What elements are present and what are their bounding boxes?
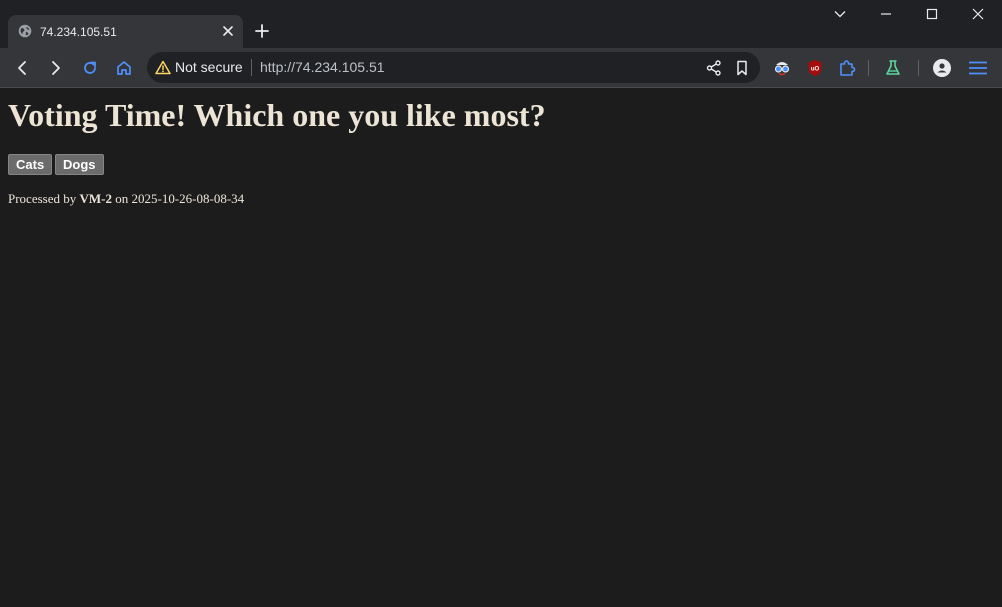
hamburger-menu-icon[interactable] [968,58,988,78]
processed-prefix: Processed by [8,191,77,206]
processed-host: VM-2 [79,191,113,206]
toolbar-separator [918,60,919,76]
svg-text:uO: uO [811,67,820,73]
processed-timestamp: 2025-10-26-08-08-34 [131,191,245,206]
vote-dogs-button[interactable]: Dogs [55,154,104,175]
tab-title: 74.234.105.51 [40,25,117,39]
spy-glasses-icon[interactable] [772,58,792,78]
tab-close-icon[interactable] [221,24,235,38]
puzzle-extensions-icon[interactable] [837,58,857,78]
maximize-icon[interactable] [924,6,940,22]
warning-triangle-icon[interactable] [155,60,171,75]
processed-middle: on [115,191,129,206]
back-arrow-icon[interactable] [12,58,32,78]
page-content: Voting Time! Which one you like most? Ca… [0,88,1002,607]
browser-window: 74.234.105.51 Not secure http://74.234.1… [0,0,1002,607]
close-window-icon[interactable] [970,6,986,22]
share-icon[interactable] [704,58,724,78]
tab-active[interactable]: 74.234.105.51 [8,15,243,48]
tab-strip: 74.234.105.51 [0,0,1002,48]
bookmark-icon[interactable] [732,58,752,78]
flask-labs-icon[interactable] [883,58,903,78]
ublock-shield-icon[interactable]: uO [805,58,825,78]
toolbar-separator [868,60,869,76]
omnibox-divider [251,59,252,76]
url-text[interactable]: http://74.234.105.51 [260,59,385,75]
browser-toolbar: Not secure http://74.234.105.51 uO [0,48,1002,87]
forward-arrow-icon[interactable] [46,58,66,78]
minimize-icon[interactable] [878,6,894,22]
new-tab-plus-icon[interactable] [253,22,271,40]
omnibox[interactable]: Not secure http://74.234.105.51 [147,52,760,83]
reload-icon[interactable] [80,58,100,78]
globe-icon [18,24,32,38]
security-status-label[interactable]: Not secure [175,59,243,75]
profile-person-icon[interactable] [932,58,952,78]
vote-cats-button[interactable]: Cats [8,154,53,175]
tab-search-chevron-down-icon[interactable] [832,6,848,22]
processed-info: Processed by VM-2 on 2025-10-26-08-08-34 [8,191,244,207]
home-icon[interactable] [114,58,134,78]
page-title: Voting Time! Which one you like most? [8,97,546,133]
